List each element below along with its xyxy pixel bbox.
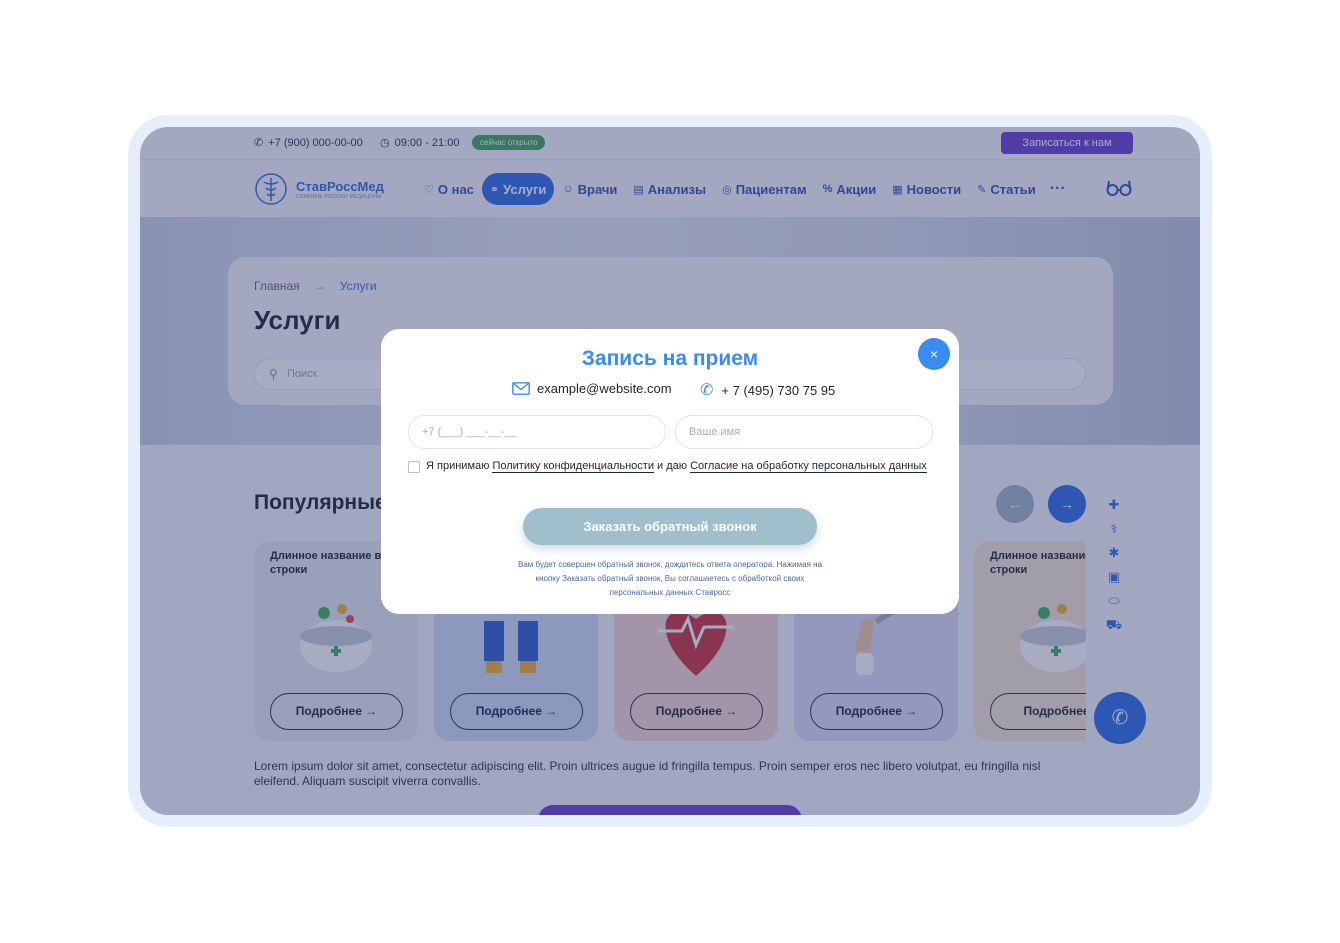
consent-checkbox[interactable] xyxy=(408,461,420,473)
consent-mid: и даю xyxy=(653,460,691,472)
envelope-icon xyxy=(512,382,530,395)
phone-icon: ✆ xyxy=(700,382,714,399)
close-icon: × xyxy=(929,346,939,362)
contact-email[interactable]: example@website.com xyxy=(512,381,672,396)
contact-email-text: example@website.com xyxy=(537,381,672,396)
consent-row: Я принимаю Политику конфиденциальности и… xyxy=(408,460,938,473)
consent-text: Я принимаю Политику конфиденциальности и… xyxy=(426,460,927,473)
contact-phone-text: + 7 (495) 730 75 95 xyxy=(721,382,836,398)
callback-note: Вам будет совершен обратный звонок, дожд… xyxy=(517,560,823,597)
modal-title: Запись на прием xyxy=(581,347,759,370)
contact-phone[interactable]: ✆ + 7 (495) 730 75 95 xyxy=(700,380,835,400)
request-callback-button[interactable]: Заказать обратный звонок xyxy=(523,508,817,545)
consent-prefix: Я принимаю xyxy=(426,460,493,472)
data-processing-link[interactable]: Согласие на обработку персональных данны… xyxy=(690,460,927,473)
close-button[interactable]: × xyxy=(918,338,950,370)
appointment-modal: Запись на прием × example@website.com ✆ … xyxy=(381,329,959,614)
name-field[interactable]: Ваше имя xyxy=(675,415,933,449)
phone-field[interactable]: +7 (___) ___-__-__ xyxy=(408,415,666,449)
privacy-policy-link[interactable]: Политику конфиденциальности xyxy=(492,460,654,473)
